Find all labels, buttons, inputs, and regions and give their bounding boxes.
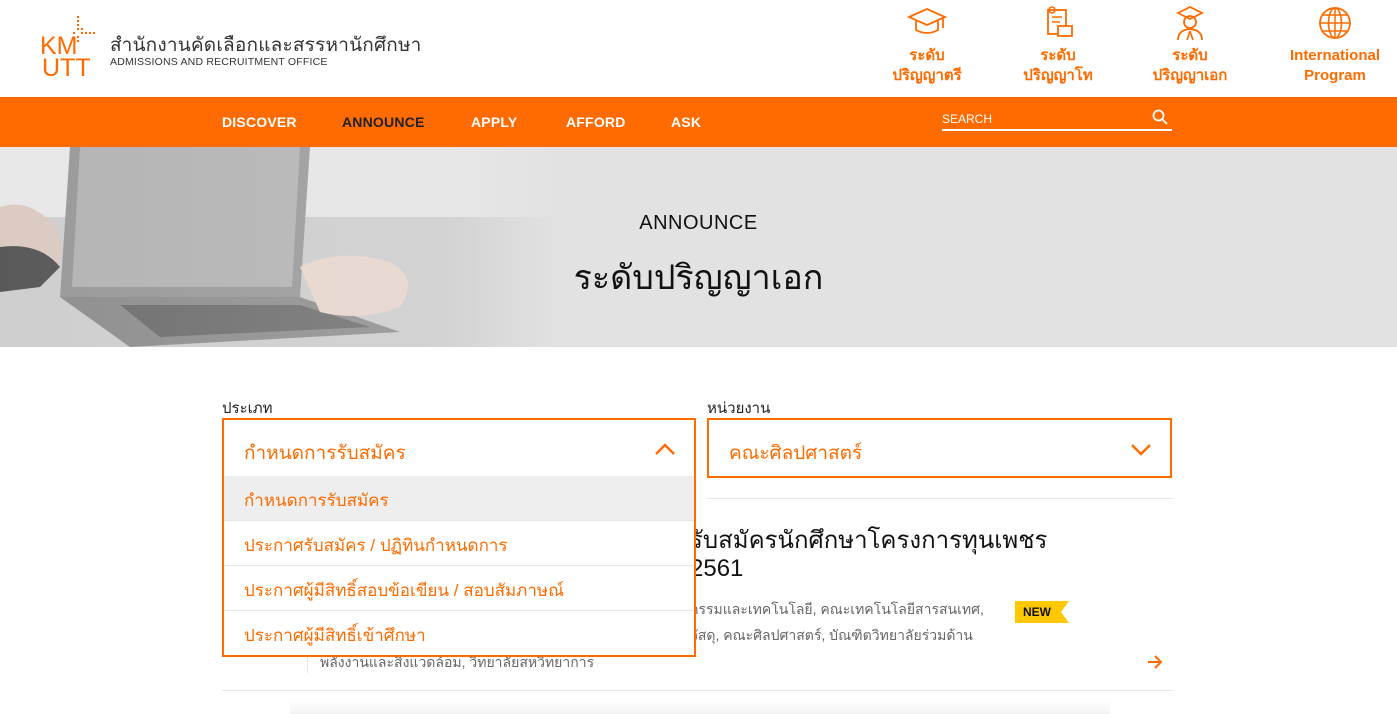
quick-link-label: ระดับ [1040, 47, 1076, 64]
nav-item-announce[interactable]: ANNOUNCE [342, 114, 425, 130]
certificate-icon [1047, 6, 1073, 37]
new-badge: NEW [1015, 601, 1069, 623]
arrow-right-icon[interactable] [1146, 654, 1164, 670]
header: KM UTT สำนักงานคัดเลือกและสรรหานักศึกษา … [0, 0, 1397, 97]
divider [222, 690, 1172, 691]
graduate-person-icon [1175, 5, 1205, 41]
quick-link-international[interactable]: International Program [1275, 4, 1395, 86]
quick-link-bachelor[interactable]: ระดับ ปริญญาตรี [867, 4, 987, 86]
quick-link-label: Program [1304, 67, 1366, 84]
announcement-title[interactable]: รับสมัครนักศึกษาโครงการทุนเพชร [690, 520, 1047, 559]
svg-text:UTT: UTT [42, 54, 91, 78]
chevron-up-icon [655, 443, 675, 455]
page: KM UTT สำนักงานคัดเลือกและสรรหานักศึกษา … [0, 0, 1397, 714]
search-input[interactable] [942, 110, 1142, 128]
search-box [942, 107, 1172, 131]
type-dropdown-menu: กำหนดการรับสมัคร ประกาศรับสมัคร / ปฏิทิน… [222, 476, 696, 657]
department-select[interactable]: คณะศิลปศาสตร์ [707, 418, 1172, 478]
next-card-shadow [290, 700, 1110, 714]
type-filter-label: ประเภท [222, 400, 273, 417]
announcement-description: กรรมและเทคโนโลยี, คณะเทคโนโลยีสารสนเทศ, [690, 601, 984, 617]
main-nav: DISCOVER ANNOUNCE APPLY AFFORD ASK [0, 97, 1397, 147]
new-badge-label: NEW [1023, 605, 1051, 619]
type-select-value: กำหนดการรับสมัคร [244, 443, 406, 464]
quick-link-doctoral[interactable]: ระดับ ปริญญาเอก [1130, 4, 1250, 86]
divider [707, 498, 1172, 499]
dropdown-option[interactable]: ประกาศผู้มีสิทธิ์สอบข้อเขียน / สอบสัมภาษ… [224, 566, 694, 611]
divider [307, 655, 308, 673]
page-title: ระดับปริญญาเอก [573, 259, 824, 297]
quick-link-label: ระดับ [909, 47, 945, 64]
type-select[interactable]: กำหนดการรับสมัคร [222, 418, 696, 478]
dropdown-option[interactable]: ประกาศรับสมัคร / ปฏิทินกำหนดการ [224, 521, 694, 566]
banner-subtitle: ANNOUNCE [639, 212, 758, 234]
quick-link-master[interactable]: ระดับ ปริญญาโท [998, 4, 1118, 86]
department-select-value: คณะศิลปศาสตร์ [729, 443, 863, 464]
dropdown-option[interactable]: กำหนดการรับสมัคร [224, 476, 694, 521]
graduation-cap-icon [906, 8, 948, 34]
quick-link-label: International [1289, 47, 1380, 64]
department-filter-label: หน่วยงาน [707, 400, 771, 417]
quick-link-label: ปริญญาตรี [892, 67, 962, 84]
dropdown-option[interactable]: ประกาศผู้มีสิทธิ์เข้าศึกษา [224, 611, 694, 656]
nav-item-ask[interactable]: ASK [671, 114, 701, 130]
quick-link-label: ระดับ [1172, 47, 1208, 64]
kmutt-logo[interactable]: KM UTT [40, 16, 100, 82]
office-name-english: ADMISSIONS AND RECRUITMENT OFFICE [110, 56, 328, 68]
page-banner: ANNOUNCE ระดับปริญญาเอก [0, 147, 1397, 347]
quick-link-label: ปริญญาเอก [1152, 67, 1228, 84]
nav-item-apply[interactable]: APPLY [471, 114, 517, 130]
nav-item-discover[interactable]: DISCOVER [222, 114, 297, 130]
search-icon[interactable] [1152, 109, 1168, 125]
nav-item-afford[interactable]: AFFORD [566, 114, 626, 130]
announcement-description: วัสดุ, คณะศิลปศาสตร์, บัณฑิตวิทยาลัยร่วม… [690, 627, 973, 643]
announcement-title-year[interactable]: 2561 [690, 555, 743, 583]
chevron-down-icon [1131, 444, 1151, 456]
laptop-photo [0, 147, 560, 347]
globe-icon [1319, 7, 1351, 39]
quick-link-label: ปริญญาโท [1023, 67, 1093, 84]
